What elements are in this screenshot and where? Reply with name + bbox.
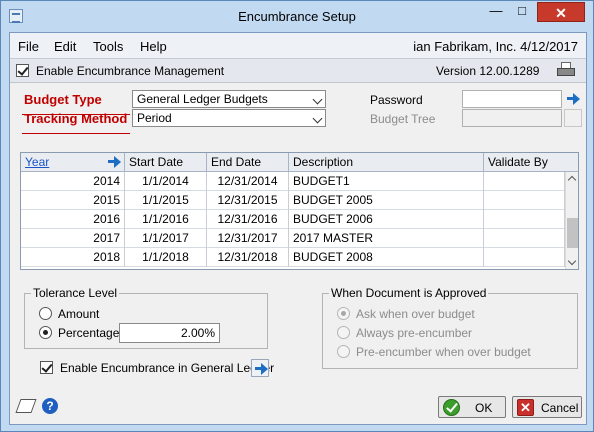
ok-button[interactable]: OK [438,396,506,418]
enable-encumbrance-checkbox[interactable] [16,64,29,77]
pre-encumber-over-budget-radio [337,345,350,358]
percentage-input[interactable]: 2.00% [119,323,220,343]
title-bar: Encumbrance Setup — □ ✕ [1,1,593,31]
close-button[interactable]: ✕ [537,2,585,22]
column-year[interactable]: Year [21,153,125,172]
scroll-down-icon[interactable] [567,256,577,266]
password-field[interactable] [462,90,562,108]
table-row[interactable]: 2018 1/1/2018 12/31/2018 BUDGET 2008 [21,248,565,267]
ask-over-budget-label: Ask when over budget [356,307,475,321]
minimize-button[interactable]: — [483,2,509,22]
menu-bar: File Edit Tools Help ian Fabrikam, Inc. … [10,33,586,59]
toolbar: Enable Encumbrance Management Version 12… [10,59,586,83]
table-row[interactable]: 2015 1/1/2015 12/31/2015 BUDGET 2005 [21,191,565,210]
cancel-label: Cancel [541,401,579,415]
menu-file[interactable]: File [18,39,39,54]
tracking-method-select[interactable]: Period [132,109,326,127]
column-validate-by: Validate By [488,155,548,169]
ask-over-budget-radio [337,307,350,320]
tracking-method-value: Period [137,111,172,125]
table-row[interactable]: 2017 1/1/2017 12/31/2017 2017 MASTER [21,229,565,248]
help-icon[interactable]: ? [42,398,58,414]
when-approved-title: When Document is Approved [329,286,489,300]
tracking-method-label: Tracking Method [24,111,128,126]
column-start-date: Start Date [125,153,207,172]
grid-header: Year Start Date End Date Description Val… [21,153,578,172]
grid-scrollbar[interactable] [565,172,578,269]
when-approved-group: When Document is Approved Ask when over … [322,286,578,369]
tracking-method-underline [22,133,130,134]
gl-setup-button[interactable] [251,359,269,377]
enable-gl-encumbrance-label: Enable Encumbrance in General Ledger [60,361,275,375]
note-icon[interactable] [15,399,37,413]
table-row[interactable]: 2014 1/1/2014 12/31/2014 BUDGET1 [21,172,565,191]
tolerance-level-group: Tolerance Level Amount Percentage 2.00% [24,286,268,349]
percentage-radio[interactable] [39,326,52,339]
ok-label: OK [475,401,493,415]
chevron-down-icon [312,113,323,124]
chevron-down-icon [312,94,323,105]
printer-icon[interactable] [556,62,576,79]
checkmark-icon [443,399,460,416]
year-sort-link[interactable]: Year [25,155,49,169]
scroll-thumb[interactable] [567,218,578,248]
budget-type-select[interactable]: General Ledger Budgets [132,90,326,108]
client-area: File Edit Tools Help ian Fabrikam, Inc. … [9,32,587,425]
budget-years-grid: Year Start Date End Date Description Val… [20,152,579,270]
column-description: Description [289,153,484,172]
amount-radio[interactable] [39,307,52,320]
budget-tree-field [462,109,562,127]
pre-encumber-over-budget-label: Pre-encumber when over budget [356,345,531,359]
password-label: Password [370,93,423,107]
window: Encumbrance Setup — □ ✕ File Edit Tools … [0,0,594,432]
scroll-up-icon[interactable] [567,175,577,185]
maximize-button[interactable]: □ [509,2,535,22]
budget-type-value: General Ledger Budgets [137,92,268,106]
budget-type-label: Budget Type [24,92,102,107]
menu-help[interactable]: Help [140,39,167,54]
version-text: Version 12.00.1289 [436,64,540,78]
always-pre-encumber-radio [337,326,350,339]
amount-label: Amount [58,307,100,321]
always-pre-encumber-label: Always pre-encumber [356,326,473,340]
user-company-date: ian Fabrikam, Inc. 4/12/2017 [413,39,578,54]
budget-tree-label: Budget Tree [370,112,436,126]
menu-tools[interactable]: Tools [93,39,123,54]
table-row[interactable]: 2016 1/1/2016 12/31/2016 BUDGET 2006 [21,210,565,229]
percentage-label: Percentage [58,326,120,340]
menu-edit[interactable]: Edit [54,39,76,54]
column-end-date: End Date [207,153,289,172]
enable-encumbrance-label: Enable Encumbrance Management [36,64,225,78]
arrow-right-icon[interactable] [105,153,123,171]
tolerance-level-title: Tolerance Level [31,286,120,300]
cancel-button[interactable]: ✕ Cancel [512,396,582,418]
enable-gl-encumbrance-checkbox[interactable] [40,361,53,374]
budget-tree-button [564,109,582,127]
password-lookup-button[interactable] [564,90,582,108]
close-icon: ✕ [517,399,534,416]
bottom-bar: ? OK ✕ Cancel [10,393,586,424]
